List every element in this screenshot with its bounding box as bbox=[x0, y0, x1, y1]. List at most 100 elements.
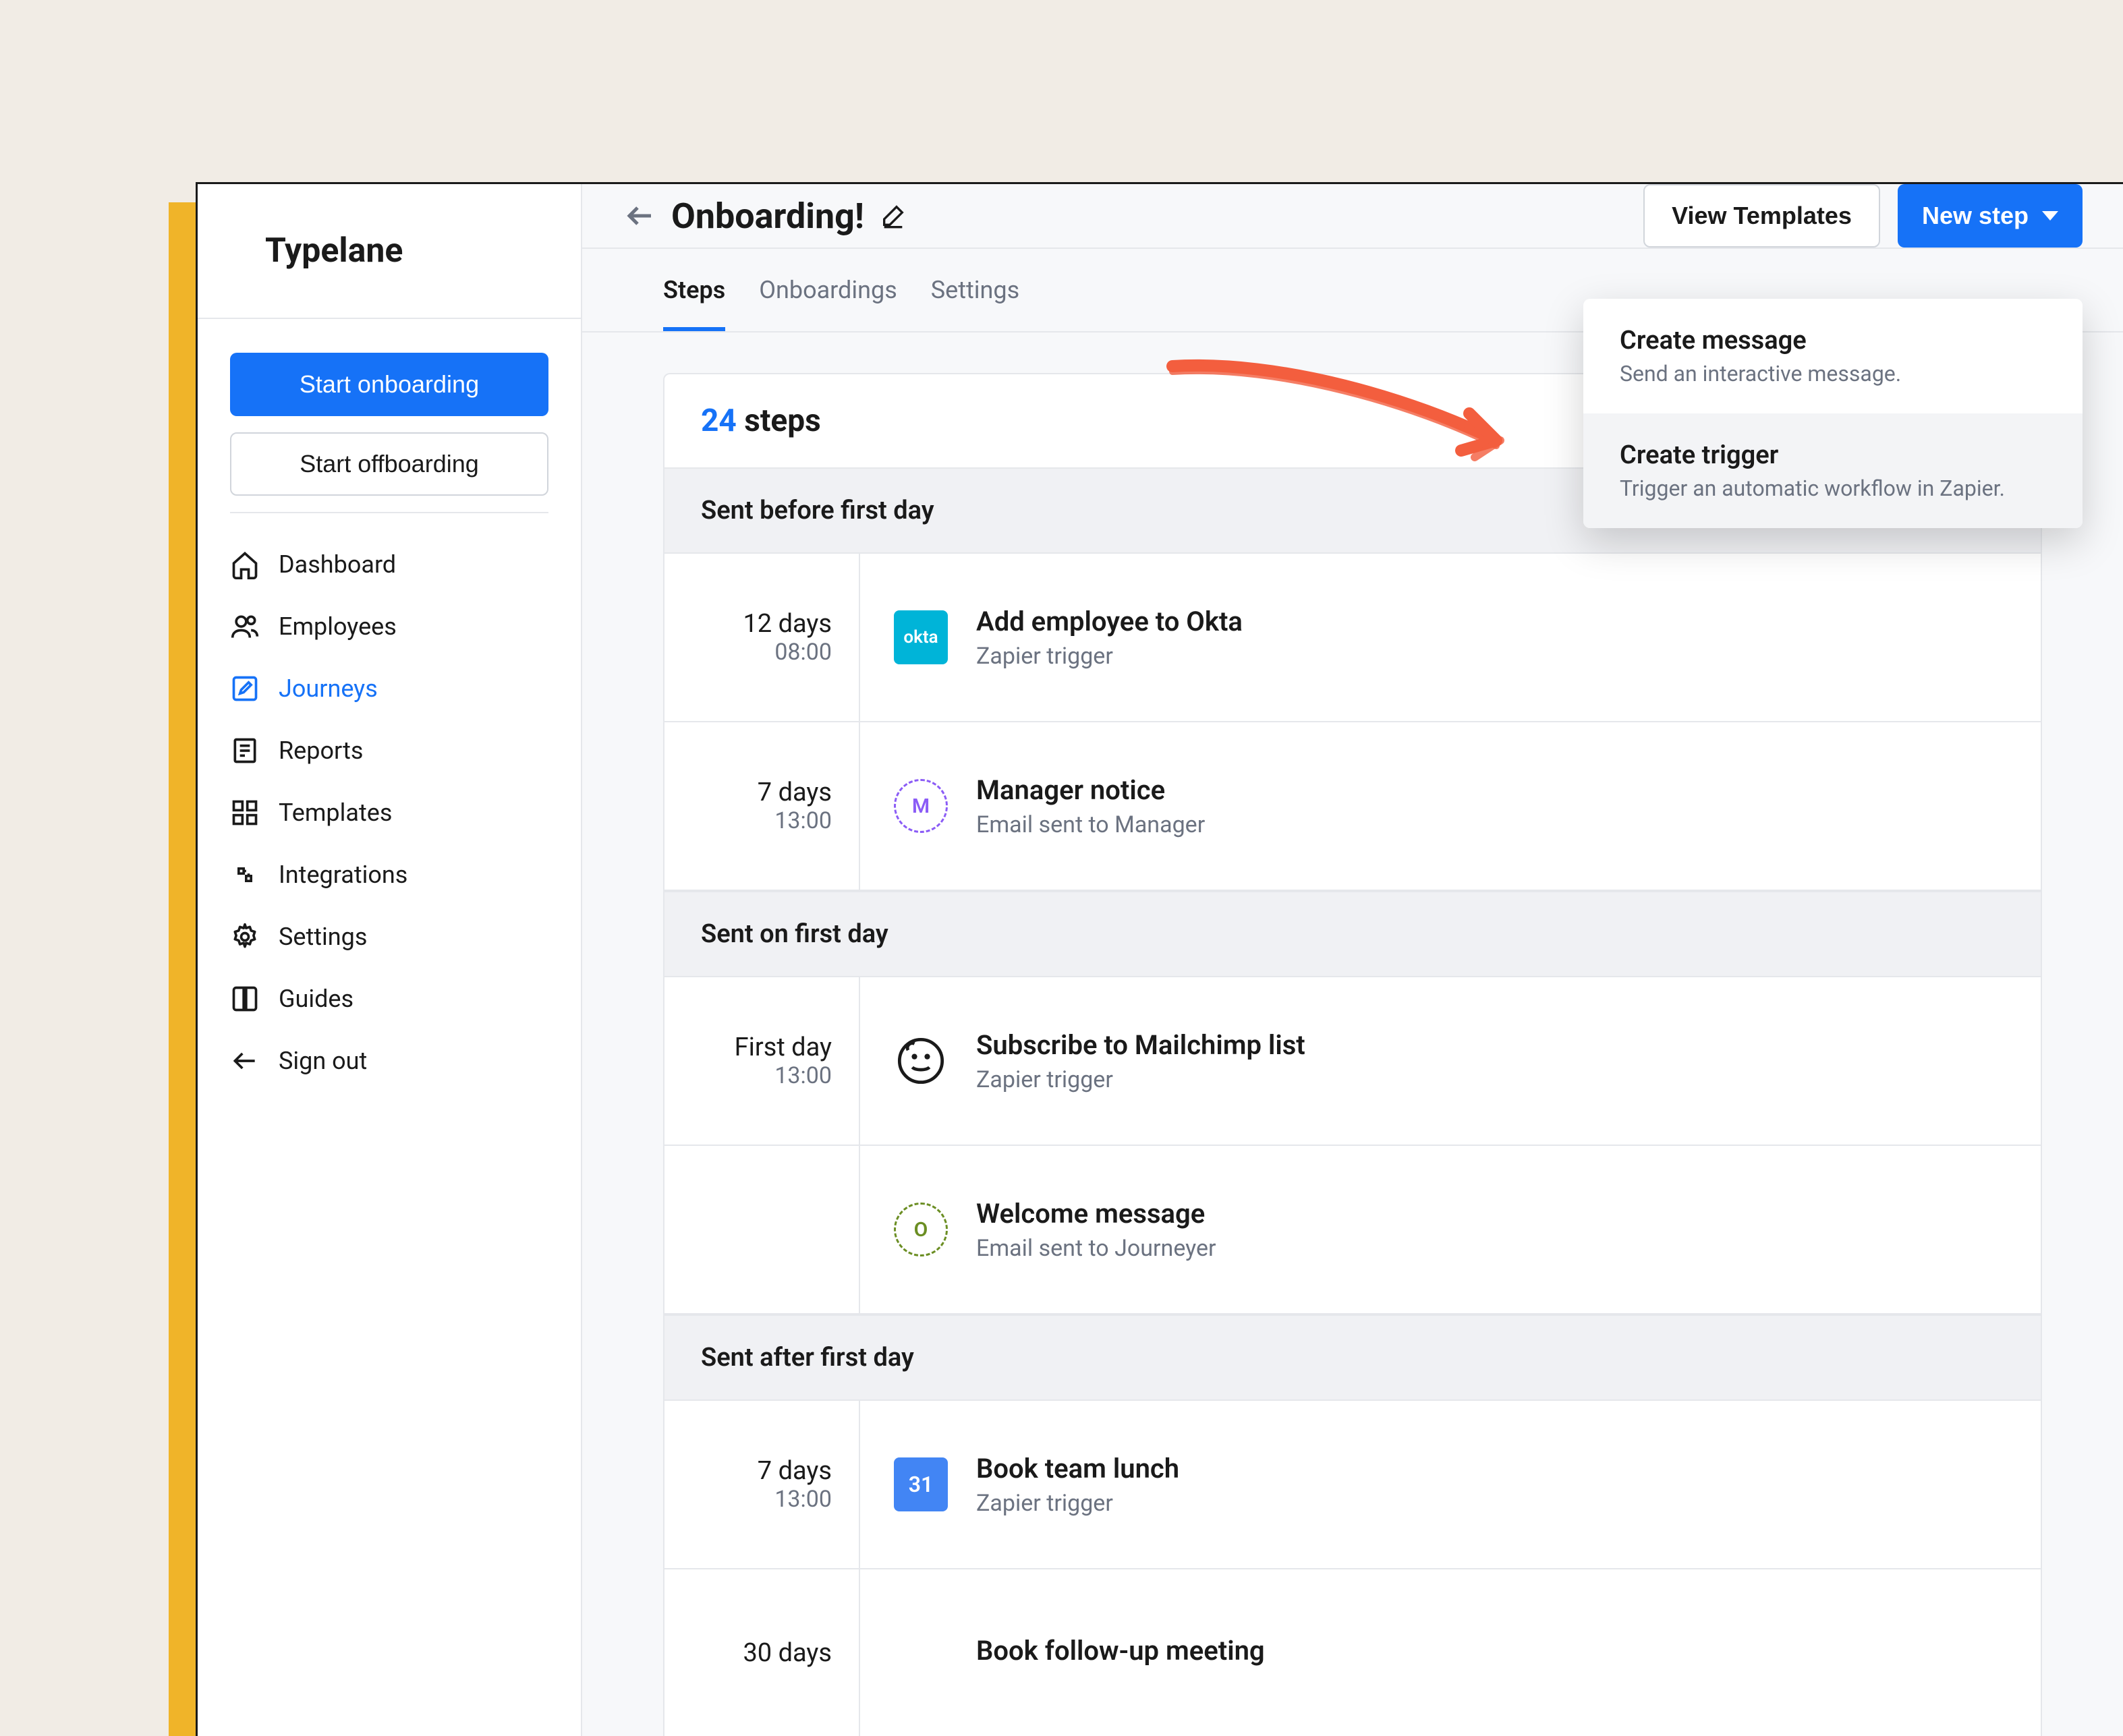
sidebar-header: Typelane bbox=[198, 184, 581, 319]
step-subtitle: Zapier trigger bbox=[976, 1066, 1305, 1093]
dropdown-item-desc: Trigger an automatic workflow in Zapier. bbox=[1620, 475, 2046, 501]
step-subtitle: Email sent to Manager bbox=[976, 811, 1205, 838]
start-onboarding-button[interactable]: Start onboarding bbox=[230, 353, 548, 416]
step-body: M Manager notice Email sent to Manager bbox=[860, 722, 2041, 890]
step-days: First day bbox=[735, 1033, 832, 1062]
nav-label: Sign out bbox=[279, 1047, 367, 1075]
nav-reports[interactable]: Reports bbox=[230, 720, 548, 782]
step-title: Subscribe to Mailchimp list bbox=[976, 1029, 1305, 1061]
step-subtitle: Email sent to Journeyer bbox=[976, 1235, 1216, 1262]
nav-signout[interactable]: Sign out bbox=[230, 1030, 548, 1092]
step-time: First day 13:00 bbox=[664, 977, 860, 1145]
manager-icon: M bbox=[894, 779, 948, 833]
tab-steps[interactable]: Steps bbox=[663, 249, 725, 331]
dropdown-create-trigger[interactable]: Create trigger Trigger an automatic work… bbox=[1583, 413, 2083, 528]
nav-templates[interactable]: Templates bbox=[230, 782, 548, 844]
sidebar: Typelane Start onboarding Start offboard… bbox=[198, 184, 582, 1736]
nav-dashboard[interactable]: Dashboard bbox=[230, 533, 548, 596]
dropdown-item-desc: Send an interactive message. bbox=[1620, 361, 2046, 386]
step-body: Book follow-up meeting bbox=[860, 1569, 2041, 1736]
step-subtitle: Zapier trigger bbox=[976, 1490, 1179, 1517]
report-icon bbox=[230, 736, 260, 765]
step-time: 7 days 13:00 bbox=[664, 722, 860, 890]
tab-onboardings[interactable]: Onboardings bbox=[759, 249, 897, 331]
dropdown-item-title: Create message bbox=[1620, 326, 2046, 355]
step-body: O Welcome message Email sent to Journeye… bbox=[860, 1146, 2041, 1313]
step-row[interactable]: 7 days 13:00 M Manager notice Email sent… bbox=[663, 722, 2042, 891]
steps-count-label: steps bbox=[737, 403, 821, 439]
step-hour: 13:00 bbox=[774, 1062, 832, 1089]
section-header: Sent after first day bbox=[663, 1314, 2042, 1401]
app-frame: Typelane Start onboarding Start offboard… bbox=[196, 182, 2123, 1736]
gear-icon bbox=[230, 922, 260, 952]
step-body: Subscribe to Mailchimp list Zapier trigg… bbox=[860, 977, 2041, 1145]
new-step-dropdown: Create message Send an interactive messa… bbox=[1583, 299, 2083, 528]
dropdown-create-message[interactable]: Create message Send an interactive messa… bbox=[1583, 299, 2083, 413]
book-icon bbox=[230, 984, 260, 1014]
step-days: 7 days bbox=[758, 778, 832, 807]
step-title: Add employee to Okta bbox=[976, 606, 1243, 637]
view-templates-button[interactable]: View Templates bbox=[1643, 184, 1880, 248]
step-title: Welcome message bbox=[976, 1198, 1216, 1229]
step-row[interactable]: First day 13:00 Subscribe to Mailchimp l… bbox=[663, 977, 2042, 1146]
accent-bar bbox=[169, 202, 196, 1736]
back-button[interactable] bbox=[623, 198, 658, 233]
step-time: 30 days bbox=[664, 1569, 860, 1736]
page-title: Onboarding! bbox=[671, 196, 864, 237]
caret-down-icon bbox=[2042, 211, 2058, 221]
sidebar-divider bbox=[230, 512, 548, 513]
step-hour: 13:00 bbox=[774, 807, 832, 834]
step-days: 7 days bbox=[758, 1456, 832, 1486]
users-icon bbox=[230, 612, 260, 641]
edit-square-icon bbox=[230, 674, 260, 703]
step-title: Manager notice bbox=[976, 774, 1205, 806]
sidebar-body: Start onboarding Start offboarding Dashb… bbox=[198, 319, 581, 1126]
nav-label: Guides bbox=[279, 985, 353, 1013]
plug-icon bbox=[230, 860, 260, 890]
step-title: Book team lunch bbox=[976, 1453, 1179, 1484]
okta-icon: okta bbox=[894, 610, 948, 664]
step-title: Book follow-up meeting bbox=[976, 1635, 1265, 1667]
nav-label: Reports bbox=[279, 736, 363, 765]
step-time: 7 days 13:00 bbox=[664, 1401, 860, 1568]
step-body: okta Add employee to Okta Zapier trigger bbox=[860, 554, 2041, 721]
step-row[interactable]: 12 days 08:00 okta Add employee to Okta … bbox=[663, 554, 2042, 722]
step-subtitle: Zapier trigger bbox=[976, 643, 1243, 670]
nav-label: Employees bbox=[279, 612, 397, 641]
nav-employees[interactable]: Employees bbox=[230, 596, 548, 658]
dropdown-item-title: Create trigger bbox=[1620, 440, 2046, 470]
nav-integrations[interactable]: Integrations bbox=[230, 844, 548, 906]
new-step-label: New step bbox=[1922, 202, 2029, 230]
step-days: 30 days bbox=[743, 1638, 832, 1668]
topbar: Onboarding! View Templates New step bbox=[582, 184, 2123, 249]
new-step-button[interactable]: New step bbox=[1898, 184, 2083, 248]
content: 24 steps Sent before first day 12 days 0… bbox=[582, 332, 2123, 1736]
nav-settings[interactable]: Settings bbox=[230, 906, 548, 968]
mailchimp-icon bbox=[894, 1034, 948, 1088]
step-body: 31 Book team lunch Zapier trigger bbox=[860, 1401, 2041, 1568]
nav-label: Dashboard bbox=[279, 550, 396, 579]
edit-title-button[interactable] bbox=[878, 200, 909, 231]
nav-label: Settings bbox=[279, 923, 367, 951]
section-header: Sent on first day bbox=[663, 891, 2042, 977]
step-row[interactable]: 7 days 13:00 31 Book team lunch Zapier t… bbox=[663, 1401, 2042, 1569]
arrow-left-icon bbox=[230, 1046, 260, 1076]
nav-guides[interactable]: Guides bbox=[230, 968, 548, 1030]
nav-journeys[interactable]: Journeys bbox=[230, 658, 548, 720]
step-days: 12 days bbox=[743, 609, 832, 639]
step-time: 12 days 08:00 bbox=[664, 554, 860, 721]
step-time bbox=[664, 1146, 860, 1313]
step-row[interactable]: 30 days Book follow-up meeting bbox=[663, 1569, 2042, 1736]
step-icon bbox=[894, 1626, 948, 1680]
brand-logo: Typelane bbox=[265, 231, 403, 270]
journeyer-icon: O bbox=[894, 1203, 948, 1256]
start-offboarding-button[interactable]: Start offboarding bbox=[230, 432, 548, 496]
main: Onboarding! View Templates New step Step… bbox=[582, 184, 2123, 1736]
step-hour: 08:00 bbox=[774, 639, 832, 666]
step-hour: 13:00 bbox=[774, 1486, 832, 1513]
calendar-icon: 31 bbox=[894, 1457, 948, 1511]
nav-label: Templates bbox=[279, 799, 392, 827]
grid-icon bbox=[230, 798, 260, 828]
step-row[interactable]: O Welcome message Email sent to Journeye… bbox=[663, 1146, 2042, 1314]
tab-settings[interactable]: Settings bbox=[931, 249, 1019, 331]
